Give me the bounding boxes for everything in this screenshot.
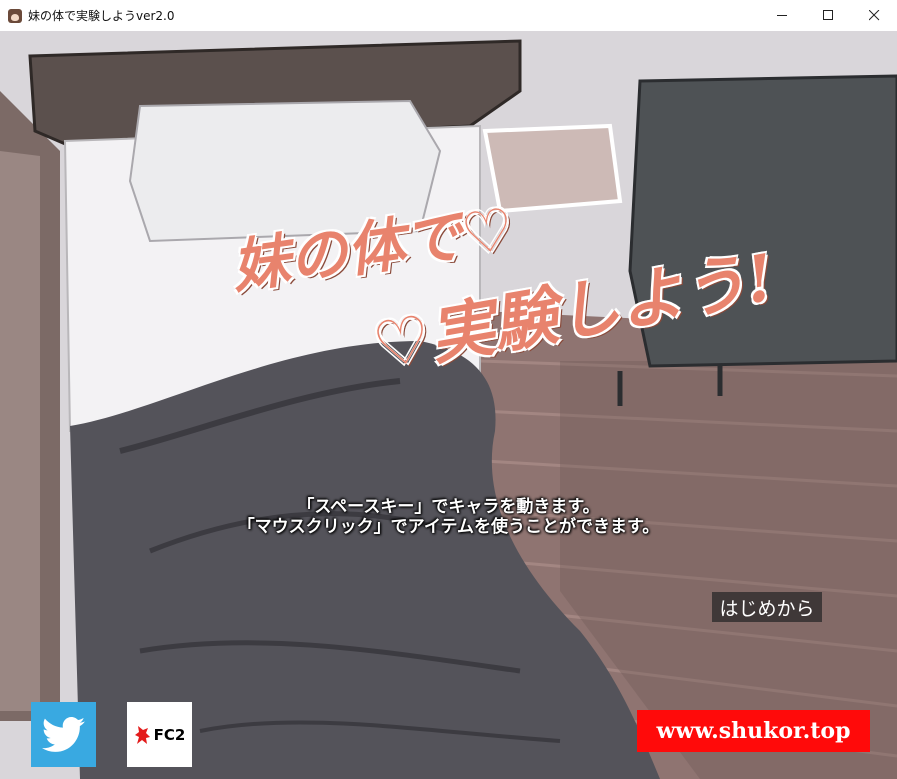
twitter-link-button[interactable] [31, 702, 96, 767]
game-title-screen[interactable]: 妹の体で♡ ♡実験しよう! 「スペースキー」でキャラを動きます。 「マウスクリッ… [0, 31, 897, 779]
instruction-mouse-click: 「マウスクリック」でアイテムを使うことができます。 [237, 517, 660, 537]
window-title: 妹の体で実験しようver2.0 [28, 9, 175, 23]
window-controls [759, 0, 897, 31]
bedroom-background [0, 31, 897, 779]
fc2-label: FC2 [153, 725, 186, 744]
fc2-unicorn-icon [134, 725, 150, 744]
game-logo: 妹の体で♡ ♡実験しよう! [220, 191, 780, 385]
close-button[interactable] [851, 0, 897, 31]
close-icon [868, 10, 879, 21]
website-link[interactable]: www.shukor.top [637, 710, 870, 752]
fc2-link-button[interactable]: FC2 [127, 702, 192, 767]
app-icon [8, 8, 22, 23]
start-from-beginning-button[interactable]: はじめから [712, 592, 822, 622]
maximize-icon [822, 10, 833, 20]
twitter-icon [41, 716, 85, 752]
minimize-icon [776, 15, 787, 16]
window-titlebar: 妹の体で実験しようver2.0 [0, 0, 897, 31]
maximize-button[interactable] [805, 0, 851, 31]
minimize-button[interactable] [759, 0, 805, 31]
